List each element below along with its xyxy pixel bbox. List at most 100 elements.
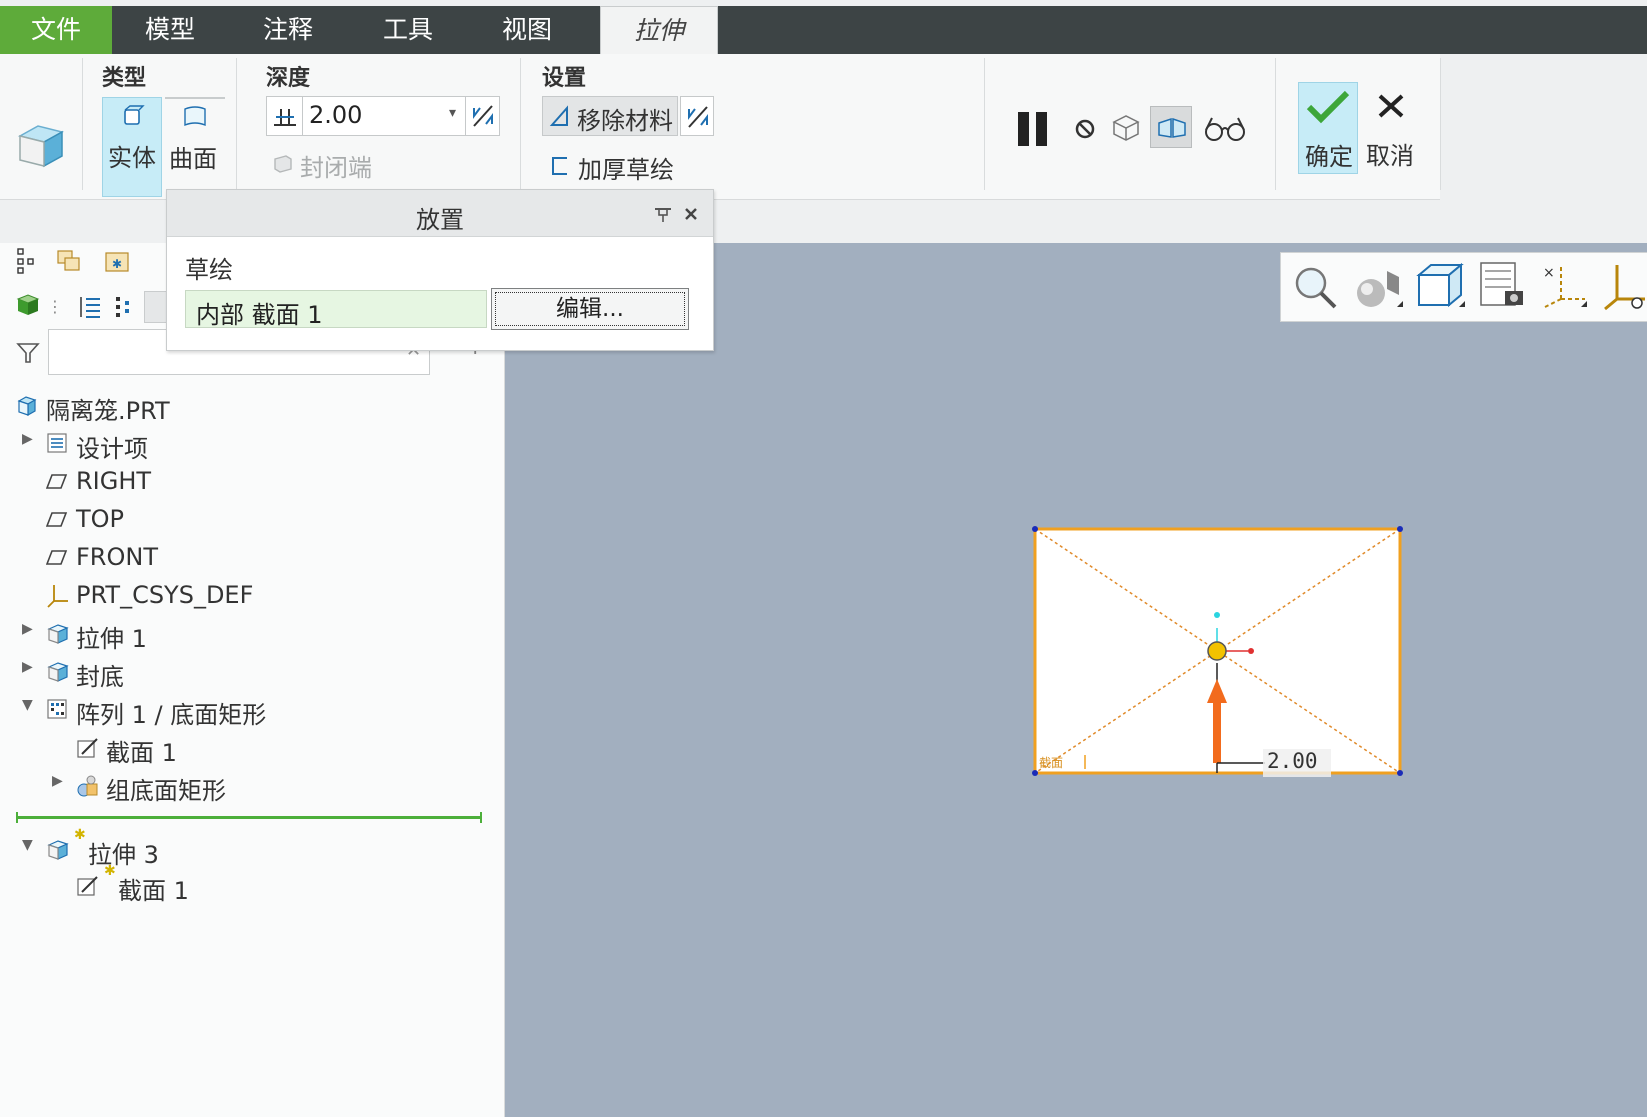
model-tree-tab-icon[interactable]	[16, 247, 38, 275]
datum-plane-icon	[46, 550, 68, 565]
vertex-point	[1397, 770, 1403, 776]
section-tag-label: 截面	[1039, 756, 1064, 770]
flip-direction-icon	[473, 105, 493, 127]
edit-sketch-button[interactable]: 编辑...	[491, 288, 689, 330]
sketch-icon	[77, 738, 98, 758]
zoom-icon[interactable]	[1291, 263, 1339, 311]
tree-item-label: 截面 1	[106, 739, 177, 767]
ok-button[interactable]: 确定	[1298, 82, 1358, 174]
depth-dimension-label[interactable]: 2.00	[1267, 749, 1318, 773]
verify-mode-glasses-icon[interactable]	[1204, 114, 1248, 142]
extrude-feature-icon	[17, 125, 65, 168]
part-icon	[17, 396, 37, 417]
expand-arrow-icon[interactable]: ▶	[22, 431, 33, 447]
thicken-sketch-label: 加厚草绘	[578, 156, 674, 184]
view-manager-icon[interactable]	[1477, 261, 1527, 311]
close-panel-icon[interactable]	[683, 206, 699, 222]
thicken-sketch-checkbox[interactable]: 加厚草绘	[548, 148, 698, 184]
favorites-tab-icon[interactable]: ✱	[104, 249, 130, 273]
tab-file[interactable]: 文件	[0, 6, 112, 54]
cancel-button[interactable]: 取消	[1362, 82, 1422, 174]
tab-extrude[interactable]: 拉伸	[600, 6, 718, 54]
pattern-icon	[47, 699, 67, 719]
solid-button[interactable]: 实体	[102, 97, 162, 197]
vertex-point	[1032, 526, 1038, 532]
tree-item-label: 组底面矩形	[106, 777, 226, 805]
part-display-icon[interactable]	[16, 293, 40, 317]
surface-icon	[184, 106, 206, 127]
blind-depth-icon	[274, 109, 296, 126]
tree-columns-icon[interactable]	[114, 295, 134, 319]
csys-display-icon[interactable]	[1601, 261, 1647, 311]
tree-item-label: FRONT	[76, 543, 158, 571]
no-preview-icon[interactable]	[1074, 118, 1096, 140]
vertex-point	[1032, 770, 1038, 776]
depth-control: 2.00 ▾	[266, 96, 500, 136]
model-tree-panel: ✱ ⋮ ✕ ▾ + 隔离笼.PRT ▶	[0, 243, 505, 1117]
drag-handle	[1207, 641, 1227, 661]
collapse-arrow-icon[interactable]: ▼	[22, 837, 33, 853]
tree-item-label: 阵列 1 / 底面矩形	[76, 701, 267, 729]
sketch-icon	[77, 876, 98, 896]
type-group-title: 类型	[102, 66, 147, 91]
tree-item-label: 截面 1	[118, 877, 189, 905]
separate-preview-icon[interactable]	[1110, 112, 1142, 144]
datum-display-icon[interactable]: ×	[1539, 261, 1589, 311]
expand-arrow-icon[interactable]: ▶	[22, 621, 33, 637]
tree-item-label: 封底	[76, 663, 124, 691]
collapse-arrow-icon[interactable]: ▼	[22, 697, 33, 713]
cap-ends-icon	[274, 155, 292, 173]
remove-material-label: 移除材料	[577, 107, 673, 135]
depth-option-button[interactable]	[267, 97, 303, 135]
checkmark-icon	[1306, 90, 1350, 124]
panel-title: 放置	[416, 206, 464, 234]
view-toolbar: ×	[1280, 252, 1647, 322]
new-feature-star-icon: ✱	[74, 827, 86, 843]
cap-ends-checkbox[interactable]: 封闭端	[270, 148, 410, 182]
remove-material-button[interactable]: 移除材料	[542, 96, 678, 136]
depth-value-input[interactable]: 2.00	[309, 101, 362, 129]
flip-depth-button[interactable]	[465, 97, 499, 135]
edit-sketch-label: 编辑...	[495, 292, 685, 326]
design-items-icon	[47, 433, 67, 453]
tab-annotate[interactable]: 注释	[236, 6, 340, 54]
close-x-icon	[1378, 94, 1404, 118]
joined-preview-button[interactable]	[1150, 106, 1192, 148]
surface-button[interactable]: 曲面	[165, 97, 225, 197]
extrude-icon	[47, 662, 69, 682]
pin-icon[interactable]	[653, 205, 673, 223]
display-style-icon[interactable]	[1353, 263, 1405, 311]
flip-material-button[interactable]	[680, 96, 714, 136]
solid-icon	[124, 105, 145, 125]
remove-material-icon	[549, 105, 568, 126]
insert-here-line[interactable]	[16, 816, 482, 819]
placement-panel: 放置 草绘 内部 截面 1 编辑...	[166, 189, 714, 351]
tree-list-icon[interactable]	[78, 295, 102, 319]
menu-bar: 文件 模型 注释 工具 视图 拉伸	[0, 0, 1647, 54]
extrude-icon	[47, 624, 69, 644]
solid-label: 实体	[108, 144, 156, 172]
depth-dropdown-arrow[interactable]: ▾	[449, 105, 456, 121]
tab-model[interactable]: 模型	[118, 6, 222, 54]
datum-plane-icon	[46, 512, 68, 527]
layers-tab-icon[interactable]	[56, 249, 82, 273]
pause-icon[interactable]	[1016, 110, 1050, 148]
svg-text:✱: ✱	[112, 257, 122, 271]
datum-plane-icon	[46, 474, 68, 489]
graphics-viewport[interactable]: 2.00 截面	[505, 243, 1647, 1117]
ribbon: 类型 实体 曲面 深度 2.00 ▾ 封闭端 设置 移除材料 加厚草绘 确定 取…	[0, 54, 1441, 200]
tree-item-label: RIGHT	[76, 467, 152, 495]
expand-arrow-icon[interactable]: ▶	[22, 659, 33, 675]
flip-material-icon	[688, 106, 708, 128]
tree-settings-button[interactable]	[144, 291, 168, 323]
tab-tools[interactable]: 工具	[356, 6, 460, 54]
expand-arrow-icon[interactable]: ▶	[52, 773, 63, 789]
svg-text:×: ×	[1543, 265, 1555, 281]
sketch-section-label: 草绘	[185, 256, 233, 284]
tab-view[interactable]: 视图	[475, 6, 579, 54]
saved-orientations-icon[interactable]	[1415, 261, 1467, 311]
tree-item-label: 拉伸 1	[76, 625, 147, 653]
sketch-preview	[1032, 526, 1403, 777]
sketch-collector-field[interactable]: 内部 截面 1	[185, 290, 487, 329]
new-feature-star-icon: ✱	[104, 863, 116, 879]
